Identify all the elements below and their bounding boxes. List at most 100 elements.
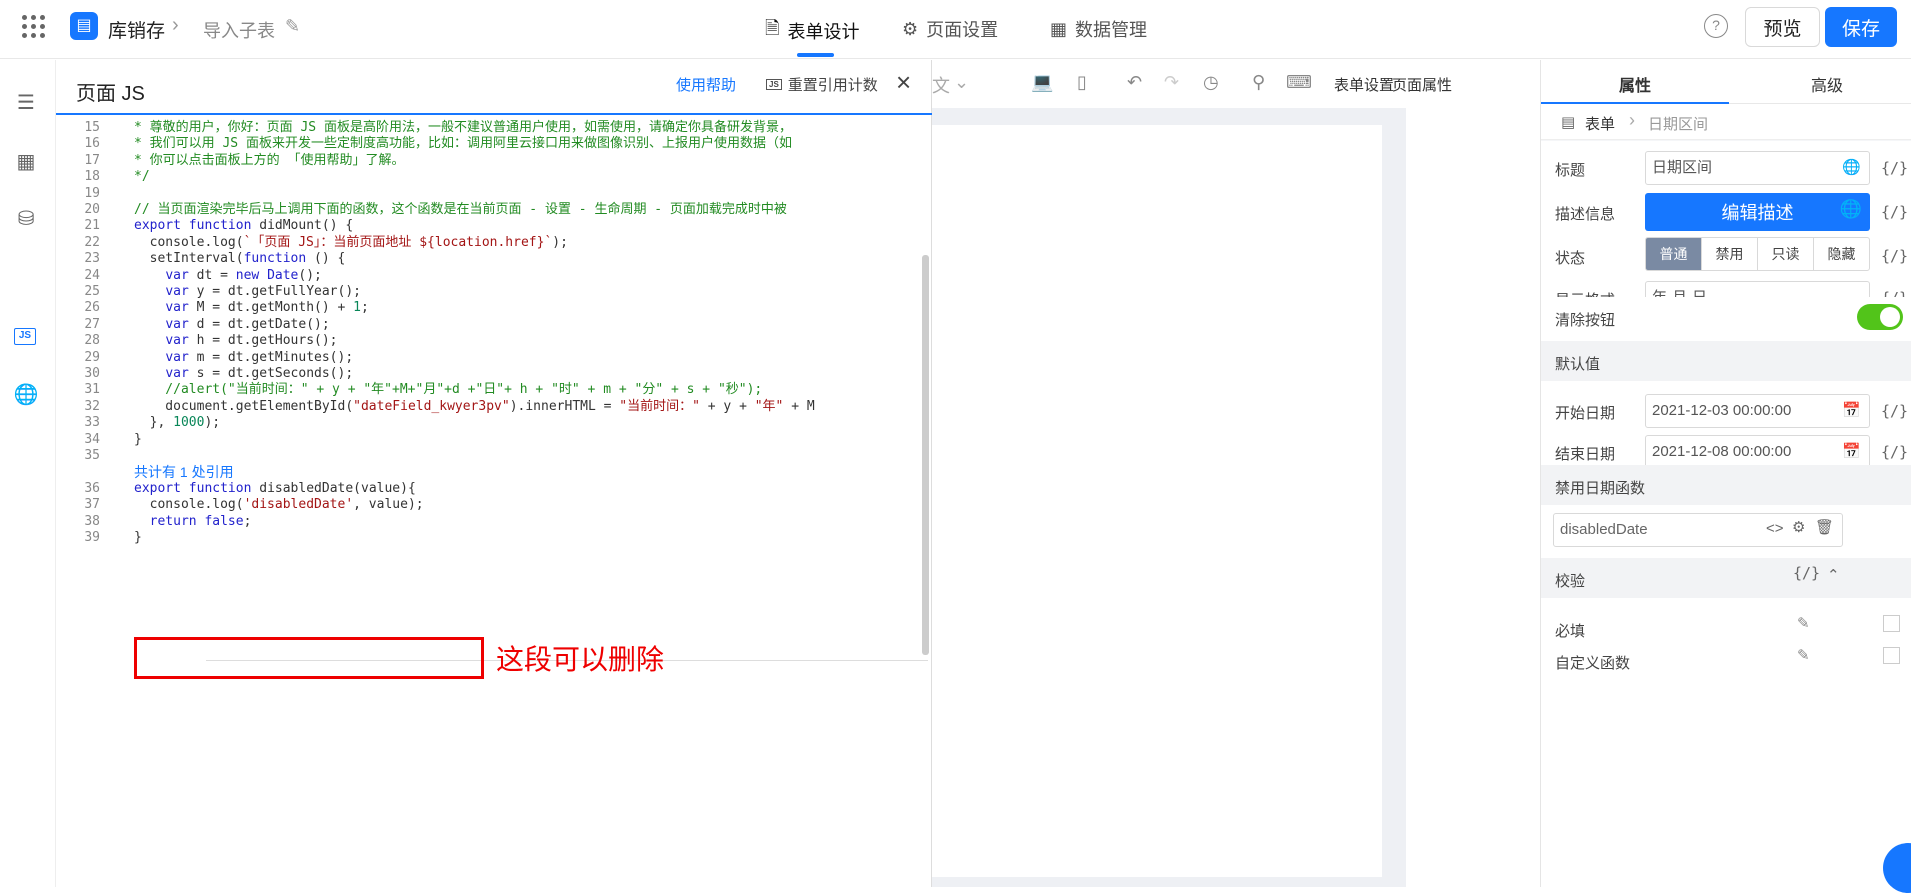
fx-icon[interactable]: {/} xyxy=(1881,443,1908,461)
undo-icon[interactable]: ↶ xyxy=(1127,72,1142,93)
left-nav: ☰ ▦ ⛁ JS 🌐 xyxy=(0,60,56,887)
fx-icon[interactable]: {/} xyxy=(1793,564,1820,582)
fx-icon[interactable]: {/} xyxy=(1881,203,1908,221)
properties-panel: 属性 高级 ▤ 表单 › 日期区间 标题 日期区间 🌐 {/} 描述信息 编辑描… xyxy=(1540,60,1911,887)
state-normal-option[interactable]: 普通 xyxy=(1646,238,1702,270)
components-grid-icon[interactable]: ▦ xyxy=(13,149,39,175)
state-segmented: 普通 禁用 只读 隐藏 xyxy=(1645,237,1870,271)
app-logo-icon: ▤ xyxy=(70,12,98,40)
tab-properties[interactable]: 属性 xyxy=(1619,72,1651,96)
required-checkbox[interactable] xyxy=(1883,615,1900,632)
annotation-box xyxy=(134,637,484,679)
close-icon[interactable]: × xyxy=(896,67,911,98)
custom-fn-checkbox[interactable] xyxy=(1883,647,1900,664)
end-date-input[interactable]: 2021-12-08 00:00:00 📅 xyxy=(1645,435,1870,469)
chevron-up-icon[interactable]: ⌃ xyxy=(1827,566,1840,584)
state-hidden-option[interactable]: 隐藏 xyxy=(1814,238,1869,270)
clear-button-row: 清除按钮 xyxy=(1541,297,1911,339)
tab-data-management[interactable]: ▦ 数据管理 xyxy=(1050,16,1147,42)
fx-icon[interactable]: {/} xyxy=(1881,159,1908,177)
canvas-page[interactable] xyxy=(932,125,1382,877)
top-bar: ▤ 库销存 › 导入子表 ✎ 🗎 表单设计 ⚙ 页面设置 ▦ 数据管理 ? 预览… xyxy=(0,0,1911,59)
gear-icon[interactable]: ⚙ xyxy=(1792,518,1805,536)
annotation-text: 这段可以删除 xyxy=(496,643,665,676)
clear-button-label: 清除按钮 xyxy=(1555,312,1616,329)
tab-form-design[interactable]: 🗎 表单设计 xyxy=(765,16,859,46)
disabled-date-section-title: 禁用日期函数 xyxy=(1555,480,1646,497)
globe-icon[interactable]: 🌐 xyxy=(1842,152,1861,184)
clear-button-toggle[interactable] xyxy=(1857,304,1903,330)
fx-icon[interactable]: {/} xyxy=(1881,402,1908,420)
desc-label: 描述信息 xyxy=(1555,206,1616,223)
form-settings-link[interactable]: 表单设置 xyxy=(1334,74,1394,95)
calendar-icon[interactable]: 📅 xyxy=(1842,395,1861,427)
js-panel-header: 页面 JS 使用帮助 JS 重置引用计数 × xyxy=(56,60,932,115)
chevron-right-icon: › xyxy=(172,14,179,36)
js-icon: JS xyxy=(766,79,782,90)
breadcrumb-current: 日期区间 xyxy=(1648,116,1709,133)
default-section-header: 默认值 xyxy=(1541,341,1911,381)
end-date-label: 结束日期 xyxy=(1555,446,1616,463)
lang-switch-icon[interactable]: 文 xyxy=(932,72,950,98)
globe-icon[interactable]: 🌐 xyxy=(13,382,39,408)
app-name[interactable]: 库销存 xyxy=(108,16,165,43)
mobile-icon[interactable]: ▯ xyxy=(1077,72,1087,93)
edit-icon[interactable]: ✎ xyxy=(1797,614,1810,632)
save-button[interactable]: 保存 xyxy=(1825,7,1897,47)
properties-tabs: 属性 高级 xyxy=(1541,60,1911,105)
edit-icon[interactable]: ✎ xyxy=(285,16,300,37)
preview-button[interactable]: 预览 xyxy=(1745,7,1820,47)
breadcrumb: ▤ 表单 › 日期区间 xyxy=(1541,104,1911,140)
disabled-date-fn-value: disabledDate xyxy=(1560,521,1648,538)
disabled-date-section: disabledDate <> ⚙ 🗑 xyxy=(1541,505,1911,559)
validation-section-header: 校验 {/} ⌃ xyxy=(1541,558,1911,598)
state-disabled-option[interactable]: 禁用 xyxy=(1702,238,1758,270)
tab-page-settings[interactable]: ⚙ 页面设置 xyxy=(902,16,998,42)
tab-advanced[interactable]: 高级 xyxy=(1811,72,1843,96)
code-line: 39} xyxy=(56,528,932,548)
active-tab-indicator xyxy=(797,53,834,57)
calendar-icon[interactable]: 📅 xyxy=(1842,436,1861,468)
canvas-toolbar: 文 ⌄ 💻 ▯ ↶ ↷ ◷ ⚲ ⌨ 表单设置 xyxy=(932,60,1406,108)
reset-ref-count-button[interactable]: JS 重置引用计数 xyxy=(766,74,878,95)
custom-fn-label: 自定义函数 xyxy=(1555,655,1631,672)
help-link[interactable]: 使用帮助 xyxy=(676,74,736,95)
code-icon[interactable]: <> xyxy=(1766,520,1784,537)
js-panel-title: 页面 JS xyxy=(76,83,145,105)
datasource-icon[interactable]: ⛁ xyxy=(13,206,39,232)
code-editor[interactable]: 15 * 尊敬的用户，你好：页面 JS 面板是高阶用法，一般不建议普通用户使用，如… xyxy=(56,118,932,887)
js-icon[interactable]: JS xyxy=(14,328,36,345)
redo-icon[interactable]: ↷ xyxy=(1164,72,1179,93)
trash-icon[interactable]: 🗑 xyxy=(1815,518,1834,536)
tab-label: 页面设置 xyxy=(926,20,999,40)
desktop-icon[interactable]: 💻 xyxy=(1031,72,1053,93)
disabled-date-section-header: 禁用日期函数 xyxy=(1541,465,1911,505)
start-date-input[interactable]: 2021-12-03 00:00:00 📅 xyxy=(1645,394,1870,428)
globe-icon[interactable]: 🌐 xyxy=(1840,199,1862,220)
edit-description-label: 编辑描述 xyxy=(1721,203,1794,223)
end-date-value: 2021-12-08 00:00:00 xyxy=(1652,443,1792,460)
page-name[interactable]: 导入子表 xyxy=(203,17,275,43)
outline-tree-icon[interactable]: ☰ xyxy=(13,90,39,116)
editor-scrollbar[interactable] xyxy=(922,255,929,655)
validation-section-title: 校验 xyxy=(1555,573,1586,590)
help-icon[interactable]: ? xyxy=(1704,14,1728,38)
keyboard-icon[interactable]: ⌨ xyxy=(1286,72,1312,93)
start-date-value: 2021-12-03 00:00:00 xyxy=(1652,402,1792,419)
title-value: 日期区间 xyxy=(1652,159,1713,176)
start-date-label: 开始日期 xyxy=(1555,405,1616,422)
fx-icon[interactable]: {/} xyxy=(1881,247,1908,265)
page-props-link[interactable]: 页面属性 xyxy=(1392,74,1452,95)
state-readonly-option[interactable]: 只读 xyxy=(1758,238,1814,270)
gear-icon: ⚙ xyxy=(902,18,919,39)
breadcrumb-root[interactable]: 表单 xyxy=(1585,113,1615,134)
search-icon[interactable]: ⚲ xyxy=(1252,72,1265,93)
title-input[interactable]: 日期区间 🌐 xyxy=(1645,151,1870,185)
edit-icon[interactable]: ✎ xyxy=(1797,646,1810,664)
history-icon[interactable]: ◷ xyxy=(1203,72,1219,93)
validation-section: 必填 ✎ 自定义函数 ✎ xyxy=(1541,598,1911,887)
apps-grid-icon[interactable] xyxy=(22,15,46,39)
line-number: 39 xyxy=(84,530,100,545)
chevron-down-icon[interactable]: ⌄ xyxy=(954,72,969,93)
edit-description-button[interactable]: 编辑描述 🌐 xyxy=(1645,193,1870,231)
